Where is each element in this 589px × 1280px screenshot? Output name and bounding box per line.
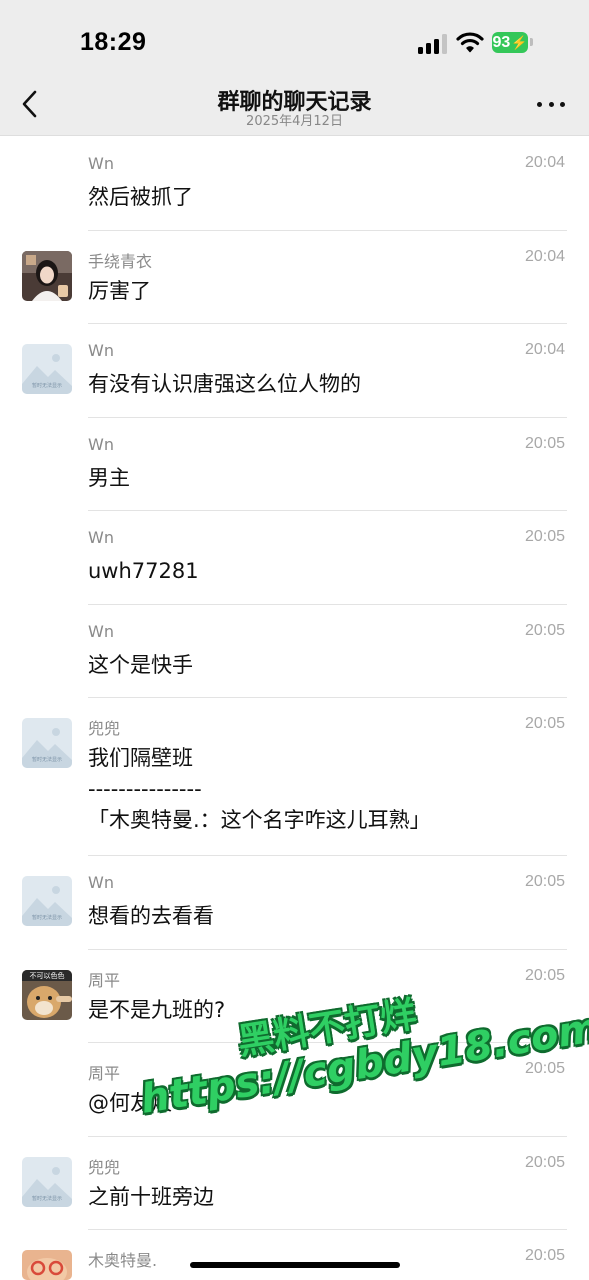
image-placeholder-icon: 暂时无法显示	[22, 344, 72, 394]
message-sender: Wn	[88, 528, 114, 547]
message-time: 20:05	[524, 966, 565, 984]
message-row[interactable]: 暂时无法显示 Wn 20:05 想看的去看看	[0, 856, 589, 950]
message-time: 20:04	[524, 154, 565, 171]
cellular-signal-icon	[418, 34, 448, 54]
message-time: 20:05	[524, 715, 565, 732]
message-text: @何友炆	[88, 1091, 172, 1115]
avatar[interactable]: 暂时无法显示	[22, 344, 72, 394]
message-line: 我们隔壁班	[88, 746, 193, 770]
quoted-message: 「木奥特曼.：这个名字咋这儿耳熟」	[88, 808, 431, 832]
message-sender: Wn	[88, 154, 114, 173]
message-time: 20:04	[524, 247, 565, 265]
avatar[interactable]: 暂时无法显示	[22, 876, 72, 926]
home-indicator[interactable]	[190, 1262, 400, 1268]
battery-icon: 93 ⚡	[492, 32, 528, 53]
message-row[interactable]: 暂时无法显示 兜兜 20:05 我们隔壁班 --------------- 「木…	[0, 698, 589, 856]
avatar[interactable]: 暂时无法显示	[22, 718, 72, 768]
message-list[interactable]: Wn 20:04 然后被抓了 手绕青衣 20:04 厉害了 暂时无法显示 Wn …	[0, 137, 589, 1280]
message-row[interactable]: Wn 20:04 然后被抓了	[0, 137, 589, 231]
message-text: 想看的去看看	[88, 904, 214, 928]
message-row[interactable]: Wn 20:05 这个是快手	[0, 605, 589, 698]
status-time: 18:29	[80, 28, 147, 56]
message-row[interactable]: 手绕青衣 20:04 厉害了	[0, 231, 589, 324]
message-time: 20:05	[524, 873, 565, 890]
message-row[interactable]: 暂时无法显示 兜兜 20:05 之前十班旁边	[0, 1137, 589, 1230]
message-text: 这个是快手	[88, 652, 193, 677]
avatar-photo	[22, 250, 72, 301]
battery-level: 93	[492, 33, 511, 51]
page-subtitle-date: 2025年4月12日	[246, 114, 343, 129]
message-sender: Wn	[88, 873, 114, 892]
message-text: 我们隔壁班 --------------- 「木奥特曼.：这个名字咋这儿耳熟」	[88, 743, 565, 836]
message-row[interactable]: Wn 20:05 uwh77281	[0, 511, 589, 605]
avatar-caption: 暂时无法显示	[31, 757, 62, 763]
message-row[interactable]: 周平 20:05 @何友炆	[0, 1043, 589, 1137]
message-text: 男主	[88, 465, 130, 490]
message-sender: 木奥特曼.	[88, 1251, 158, 1270]
image-placeholder-icon: 暂时无法显示	[22, 876, 72, 926]
avatar[interactable]: 不可以色色	[22, 969, 72, 1020]
message-sender: 手绕青衣	[88, 251, 153, 271]
avatar[interactable]	[22, 250, 72, 301]
message-sender: Wn	[88, 621, 114, 641]
avatar-photo	[22, 1250, 72, 1280]
message-time: 20:05	[524, 434, 565, 452]
avatar-caption: 暂时无法显示	[31, 383, 62, 389]
message-sender: 兜兜	[88, 719, 121, 738]
message-time: 20:05	[524, 1060, 565, 1077]
image-placeholder-icon: 暂时无法显示	[22, 1156, 72, 1207]
avatar[interactable]: 暂时无法显示	[22, 1156, 72, 1207]
battery-cap	[530, 38, 533, 46]
nav-header: 18:29 93 ⚡ 群聊的聊天记录 2025年4月12日	[0, 0, 589, 136]
message-time: 20:05	[524, 1153, 565, 1171]
message-sender: 周平	[88, 970, 121, 990]
message-text: 然后被抓了	[88, 185, 193, 209]
avatar-caption: 暂时无法显示	[31, 915, 62, 921]
message-sender: 周平	[88, 1064, 121, 1083]
more-options-button[interactable]	[534, 90, 568, 118]
image-placeholder-icon: 暂时无法显示	[22, 718, 72, 768]
message-text: 是不是九班的?	[88, 997, 226, 1022]
message-row[interactable]: 木奥特曼. 20:05	[0, 1230, 589, 1280]
message-row[interactable]: 暂时无法显示 Wn 20:04 有没有认识唐强这么位人物的	[0, 324, 589, 418]
avatar-caption: 不可以色色	[29, 971, 65, 980]
message-sender: Wn	[88, 434, 114, 454]
message-row[interactable]: 不可以色色 周平 20:05 是不是九班的?	[0, 950, 589, 1043]
message-text: 之前十班旁边	[88, 1184, 214, 1209]
message-time: 20:04	[524, 341, 565, 358]
message-time: 20:05	[524, 528, 565, 545]
message-row[interactable]: Wn 20:05 男主	[0, 418, 589, 511]
message-text: uwh77281	[88, 559, 199, 583]
quote-separator: ---------------	[88, 777, 202, 801]
message-sender: 兜兜	[88, 1157, 121, 1177]
message-time: 20:05	[524, 621, 565, 639]
message-sender: Wn	[88, 341, 114, 360]
message-text: 有没有认识唐强这么位人物的	[88, 372, 361, 396]
message-text: 厉害了	[88, 278, 151, 303]
message-time: 20:05	[524, 1247, 565, 1264]
avatar[interactable]	[22, 1250, 72, 1280]
wifi-icon	[456, 31, 484, 53]
avatar-caption: 暂时无法显示	[31, 1195, 62, 1202]
